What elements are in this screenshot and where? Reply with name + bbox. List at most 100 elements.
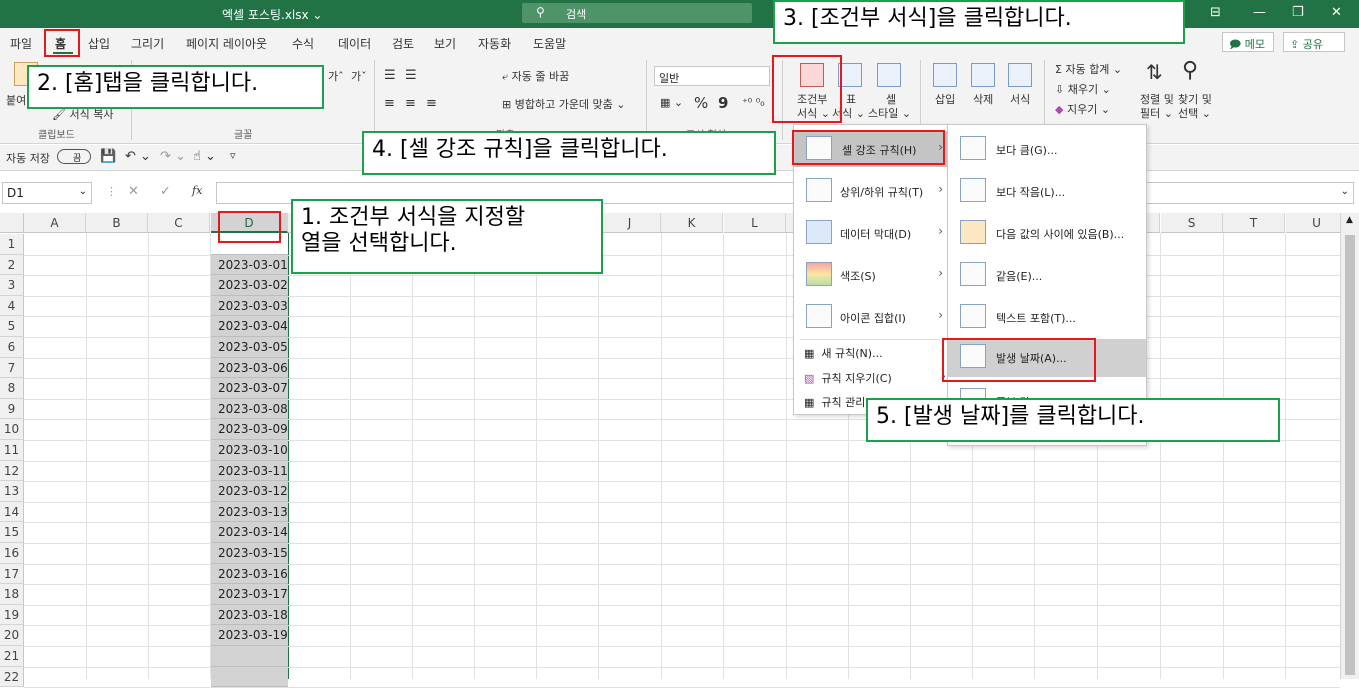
vertical-scrollbar[interactable]: ▲ (1340, 213, 1359, 679)
row-header-12[interactable]: 12 (0, 460, 24, 482)
decimal-icon[interactable]: ⁺⁰ ⁰₀ (742, 96, 765, 109)
tab-page-layout[interactable]: 페이지 레이아웃 (186, 35, 267, 52)
select-all-button[interactable] (0, 213, 24, 233)
tab-file[interactable]: 파일 (10, 35, 32, 52)
cell-d2[interactable]: 2023-03-01 (211, 254, 288, 276)
tab-review[interactable]: 검토 (392, 35, 414, 52)
submenu-item-equal-to[interactable]: 같음(E)... (948, 257, 1146, 293)
column-header-b[interactable]: B (86, 213, 148, 233)
sort-filter-icon[interactable]: ⇅ (1146, 60, 1163, 84)
row-header-22[interactable]: 22 (0, 666, 24, 688)
cell-d5[interactable]: 2023-03-04 (211, 316, 288, 337)
cell-d13[interactable]: 2023-03-12 (211, 481, 288, 502)
cell-d20[interactable]: 2023-03-19 (211, 625, 288, 646)
row-header-14[interactable]: 14 (0, 501, 24, 523)
tab-automate[interactable]: 자동화 (478, 35, 511, 52)
row-header-5[interactable]: 5 (0, 316, 24, 337)
column-header-a[interactable]: A (24, 213, 86, 233)
cell-d18[interactable]: 2023-03-17 (211, 584, 288, 605)
cell-styles-label2[interactable]: 스타일 ⌄ (868, 105, 911, 121)
name-box-dropdown-icon[interactable]: ⌄ (79, 186, 87, 197)
cell-d6[interactable]: 2023-03-05 (211, 337, 288, 358)
menu-item-data-bars[interactable]: 데이터 막대(D) › (794, 215, 947, 251)
column-header-s[interactable]: S (1161, 213, 1223, 233)
row-header-8[interactable]: 8 (0, 378, 24, 399)
row-header-11[interactable]: 11 (0, 440, 24, 461)
close-button[interactable]: ✕ (1331, 5, 1342, 20)
cancel-icon[interactable]: ✕ (128, 184, 139, 199)
cell-d22[interactable] (211, 666, 288, 688)
sort-filter-label2[interactable]: 필터 ⌄ (1140, 105, 1173, 121)
name-box[interactable]: D1 ⌄ (2, 182, 92, 204)
align-right-icon[interactable]: ≡ (426, 96, 437, 111)
currency-icon[interactable]: ▦ ⌄ (660, 96, 683, 109)
percent-button[interactable]: % (694, 94, 708, 112)
column-header-k[interactable]: K (661, 213, 723, 233)
cell-d14[interactable]: 2023-03-13 (211, 501, 288, 523)
submenu-item-less-than[interactable]: 보다 작음(L)... (948, 173, 1146, 209)
cell-d11[interactable]: 2023-03-10 (211, 440, 288, 461)
scroll-thumb[interactable] (1345, 235, 1355, 675)
cell-d3[interactable]: 2023-03-02 (211, 275, 288, 296)
save-icon[interactable]: 💾 (100, 149, 116, 164)
cell-d15[interactable]: 2023-03-14 (211, 522, 288, 543)
row-header-3[interactable]: 3 (0, 275, 24, 296)
ribbon-display-icon[interactable]: ⊟ (1210, 5, 1221, 20)
cell-d16[interactable]: 2023-03-15 (211, 543, 288, 564)
row-header-4[interactable]: 4 (0, 295, 24, 317)
insert-function-button[interactable]: fx (192, 184, 202, 197)
row-header-15[interactable]: 15 (0, 522, 24, 543)
scroll-up-icon[interactable]: ▲ (1346, 215, 1353, 225)
align-top-icon[interactable]: ☰ (384, 68, 396, 83)
cell-d10[interactable]: 2023-03-09 (211, 419, 288, 440)
undo-icon[interactable]: ↶ ⌄ (125, 149, 151, 164)
cell-d21[interactable] (211, 646, 288, 667)
column-header-l[interactable]: L (724, 213, 786, 233)
delete-cells-icon[interactable] (971, 63, 995, 87)
menu-item-top-bottom-rules[interactable]: 상위/하위 규칙(T) › (794, 173, 947, 209)
row-header-1[interactable]: 1 (0, 234, 24, 255)
find-select-label2[interactable]: 선택 ⌄ (1178, 105, 1211, 121)
insert-cells-icon[interactable] (933, 63, 957, 87)
delete-cells-label[interactable]: 삭제 (973, 91, 993, 107)
touch-mode-icon[interactable]: ☝ ⌄ (193, 149, 216, 164)
formula-bar-splitter[interactable]: ⋮ (106, 185, 117, 198)
tab-help[interactable]: 도움말 (533, 35, 566, 52)
customize-qat-icon[interactable]: ▿ (230, 149, 236, 162)
expand-formula-icon[interactable]: ⌄ (1341, 186, 1349, 197)
row-header-20[interactable]: 20 (0, 625, 24, 646)
tab-insert[interactable]: 삽입 (88, 35, 110, 52)
menu-item-icon-sets[interactable]: 아이콘 집합(I) › (794, 299, 947, 335)
paste-label[interactable]: 붙여 (6, 92, 26, 108)
share-button[interactable]: ⇪ 공유 (1283, 32, 1345, 52)
column-header-c[interactable]: C (148, 213, 210, 233)
minimize-button[interactable]: — (1253, 5, 1266, 20)
row-header-7[interactable]: 7 (0, 357, 24, 379)
row-header-19[interactable]: 19 (0, 604, 24, 626)
menu-item-new-rule[interactable]: ▦ 새 규칙(N)... (804, 345, 883, 361)
autosave-toggle[interactable]: 끔 (57, 149, 91, 164)
tab-view[interactable]: 보기 (434, 35, 456, 52)
column-header-t[interactable]: T (1223, 213, 1285, 233)
submenu-item-between[interactable]: 다음 값의 사이에 있음(B)... (948, 215, 1146, 251)
memo-button[interactable]: 🗩 메모 (1222, 32, 1274, 52)
align-middle-icon[interactable]: ☰ (405, 68, 417, 83)
align-left-icon[interactable]: ≡ (384, 96, 395, 111)
row-header-10[interactable]: 10 (0, 419, 24, 440)
row-header-18[interactable]: 18 (0, 584, 24, 605)
row-header-2[interactable]: 2 (0, 254, 24, 276)
menu-item-clear-rules[interactable]: ▧ 규칙 지우기(C) › (804, 369, 946, 386)
row-header-9[interactable]: 9 (0, 398, 24, 420)
worksheet-grid[interactable]: ABCDEFGHIJKLMNOPQRSTU 123456789101112131… (0, 211, 1359, 688)
cell-d4[interactable]: 2023-03-03 (211, 295, 288, 317)
column-header-j[interactable]: J (599, 213, 661, 233)
cell-d12[interactable]: 2023-03-11 (211, 460, 288, 482)
submenu-item-text-contains[interactable]: 텍스트 포함(T)... (948, 299, 1146, 335)
format-cells-label[interactable]: 서식 (1010, 91, 1030, 107)
cell-d7[interactable]: 2023-03-06 (211, 357, 288, 379)
fill-button[interactable]: ⇩ 채우기 ⌄ (1055, 81, 1111, 97)
row-header-6[interactable]: 6 (0, 337, 24, 358)
insert-cells-label[interactable]: 삽입 (935, 91, 955, 107)
menu-item-color-scales[interactable]: 색조(S) › (794, 257, 947, 293)
window-title[interactable]: 엑셀 포스팅.xlsx ⌄ (222, 6, 323, 23)
